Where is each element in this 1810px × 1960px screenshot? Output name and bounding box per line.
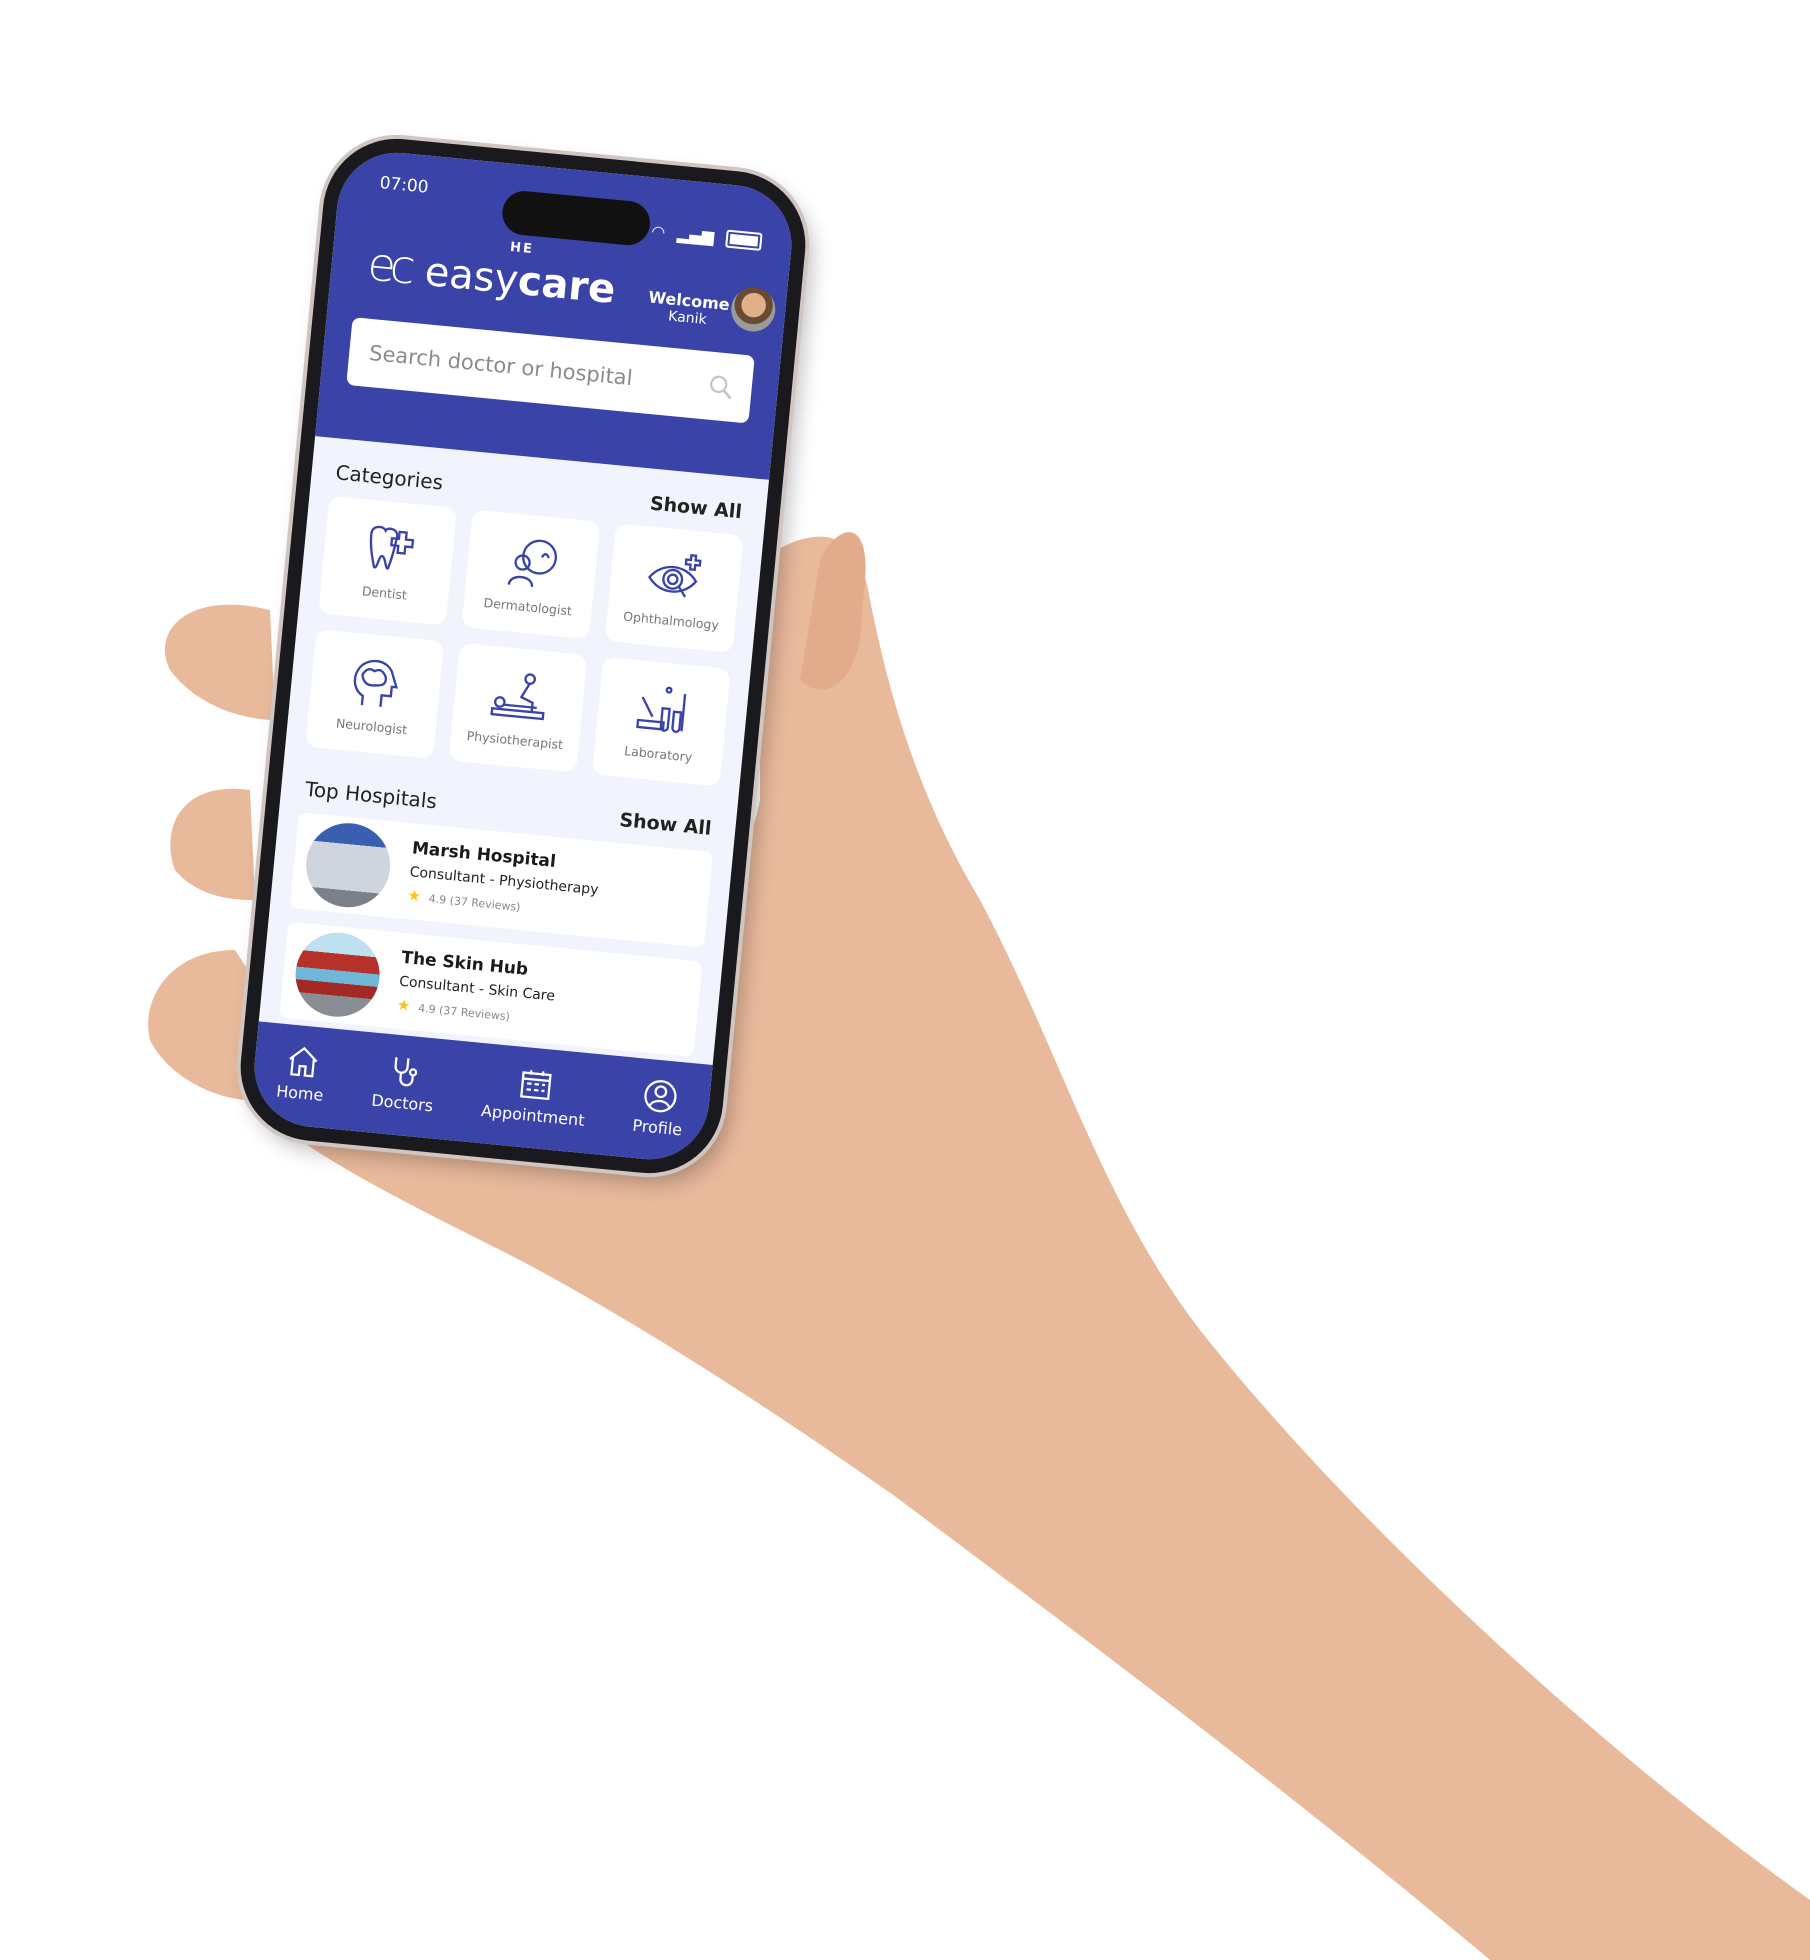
physiotherapy-icon <box>490 672 545 720</box>
star-icon: ★ <box>406 886 422 906</box>
category-laboratory[interactable]: Laboratory <box>591 656 731 787</box>
battery-icon <box>725 229 763 251</box>
wifi-icon: ◠ <box>650 221 667 242</box>
avatar[interactable] <box>729 285 778 334</box>
nav-appointment[interactable]: Appointment <box>480 1061 589 1130</box>
main-content: Categories Show All Dentist Dermatologis… <box>259 436 769 1065</box>
star-icon: ★ <box>396 995 412 1015</box>
home-icon <box>288 1046 318 1077</box>
category-neurologist[interactable]: Neurologist <box>305 629 445 759</box>
lab-icon <box>636 686 687 733</box>
tooth-icon <box>369 525 415 570</box>
category-label: Laboratory <box>623 742 693 765</box>
categories-title: Categories <box>334 460 445 495</box>
hospitals-title: Top Hospitals <box>304 776 438 814</box>
dermatologist-icon <box>507 539 558 587</box>
logo-mark: ec <box>365 236 412 295</box>
signal-icon: ▂▄▆ <box>676 223 715 247</box>
category-label: Dentist <box>361 582 408 603</box>
nav-label: Doctors <box>370 1090 435 1115</box>
hospitals-show-all[interactable]: Show All <box>618 809 712 840</box>
category-label: Ophthalmology <box>622 607 720 633</box>
nav-doctors[interactable]: Doctors <box>371 1050 438 1115</box>
dynamic-island <box>500 189 652 248</box>
categories-show-all[interactable]: Show All <box>649 493 743 524</box>
hospital-image <box>302 819 394 912</box>
search-bar <box>346 317 755 424</box>
hospital-rating: 4.9 (37 Reviews) <box>417 1001 511 1024</box>
category-label: Dermatologist <box>482 594 573 618</box>
status-time: 07:00 <box>378 173 430 198</box>
nav-home[interactable]: Home <box>275 1041 328 1104</box>
profile-icon <box>644 1079 677 1112</box>
hospital-image <box>291 928 384 1021</box>
phone-device: 07:00 ◠ ▂▄▆ HE ec easycare Welcome Kanik <box>233 132 813 1180</box>
app-screen: 07:00 ◠ ▂▄▆ HE ec easycare Welcome Kanik <box>249 147 797 1165</box>
category-physiotherapist[interactable]: Physiotherapist <box>448 642 588 773</box>
welcome-text: Welcome Kanik <box>646 287 731 330</box>
logo-easy: easy <box>422 248 521 304</box>
search-icon[interactable] <box>707 373 735 401</box>
hospital-rating: 4.9 (37 Reviews) <box>428 892 522 914</box>
category-dentist[interactable]: Dentist <box>318 495 457 626</box>
category-label: Neurologist <box>335 714 408 737</box>
category-label: Physiotherapist <box>466 727 564 752</box>
category-dermatologist[interactable]: Dermatologist <box>461 509 601 640</box>
nav-label: Profile <box>631 1115 684 1139</box>
easycare-logo: HE ec easycare <box>365 236 618 314</box>
status-icons: ◠ ▂▄▆ <box>651 221 763 251</box>
logo-the: HE <box>509 239 535 258</box>
nav-label: Appointment <box>480 1100 586 1130</box>
category-ophthalmology[interactable]: Ophthalmology <box>604 523 744 654</box>
brain-icon <box>353 659 399 707</box>
eye-icon <box>648 553 702 598</box>
categories-grid: Dentist Dermatologist Ophthalmology Neur… <box>305 495 744 787</box>
app-header: 07:00 ◠ ▂▄▆ HE ec easycare Welcome Kanik <box>315 147 797 480</box>
stethoscope-icon <box>394 1056 417 1086</box>
search-input[interactable] <box>366 339 710 399</box>
nav-profile[interactable]: Profile <box>631 1075 687 1139</box>
nav-label: Home <box>275 1080 325 1105</box>
logo-care: care <box>515 257 618 314</box>
calendar-icon <box>519 1069 552 1100</box>
